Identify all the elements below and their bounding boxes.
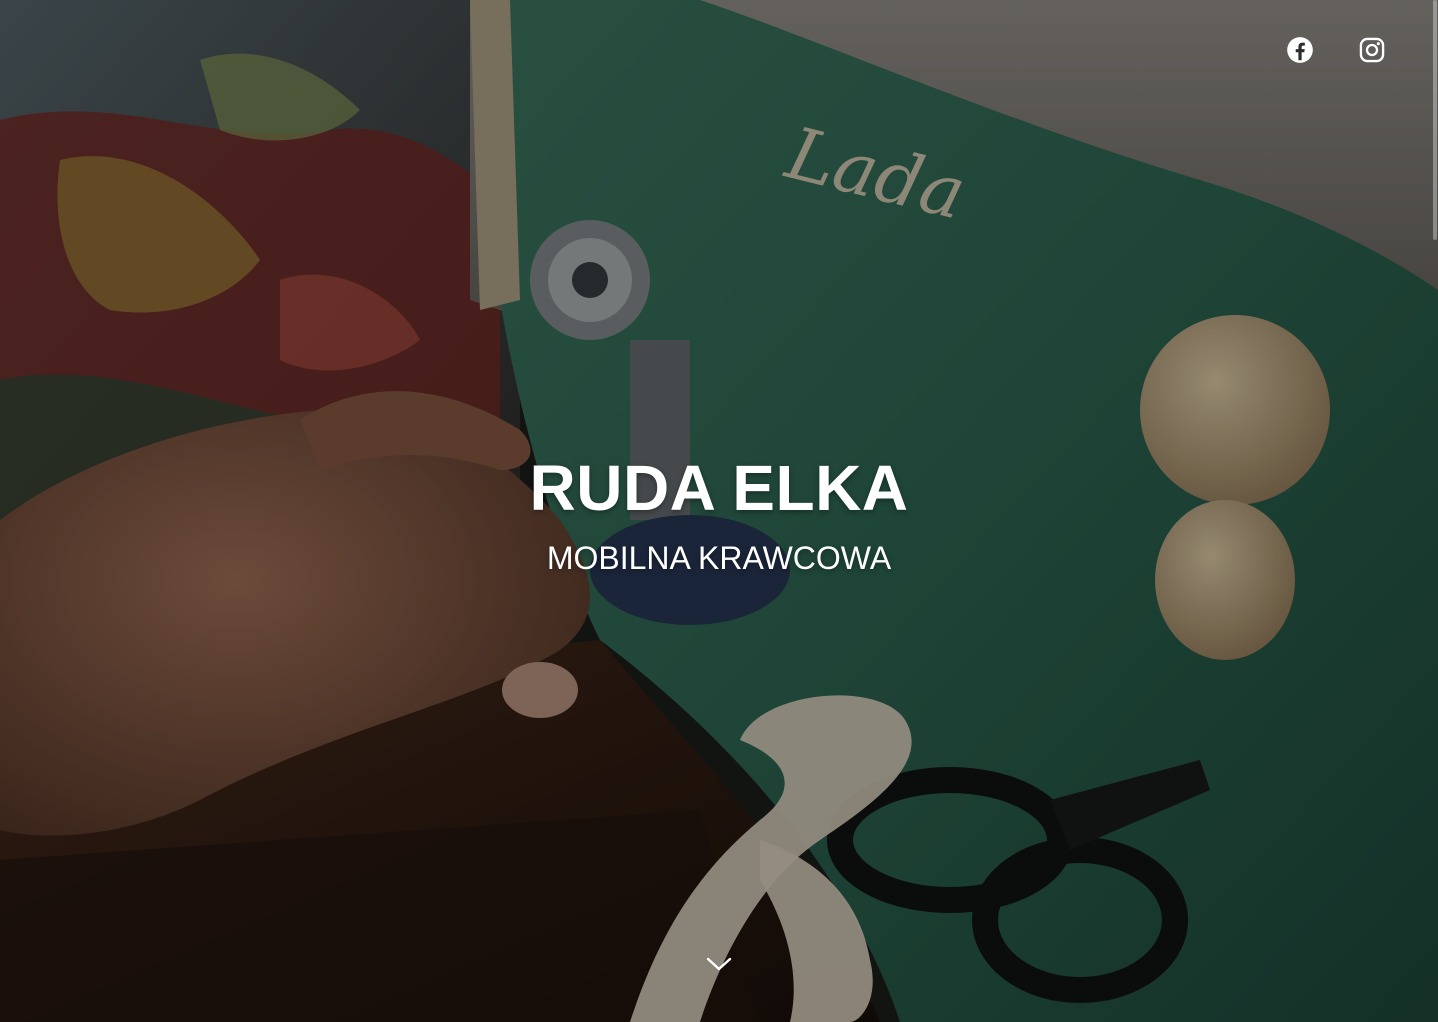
hero-title-block: RUDA ELKA MOBILNA KRAWCOWA xyxy=(0,452,1438,578)
page-title: RUDA ELKA xyxy=(529,452,909,524)
page-subtitle: MOBILNA KRAWCOWA xyxy=(546,540,892,576)
instagram-link[interactable] xyxy=(1358,36,1386,64)
facebook-link[interactable] xyxy=(1286,36,1314,64)
chevron-down-icon xyxy=(706,957,732,971)
scroll-down-button[interactable] xyxy=(705,952,733,976)
hero-section: Lada RUDA ELKA MOBILNA KRAWCOWA xyxy=(0,0,1438,1022)
instagram-icon xyxy=(1359,37,1385,63)
facebook-icon xyxy=(1287,37,1313,63)
scrollbar-thumb[interactable] xyxy=(1433,0,1437,240)
social-links xyxy=(1286,36,1386,64)
